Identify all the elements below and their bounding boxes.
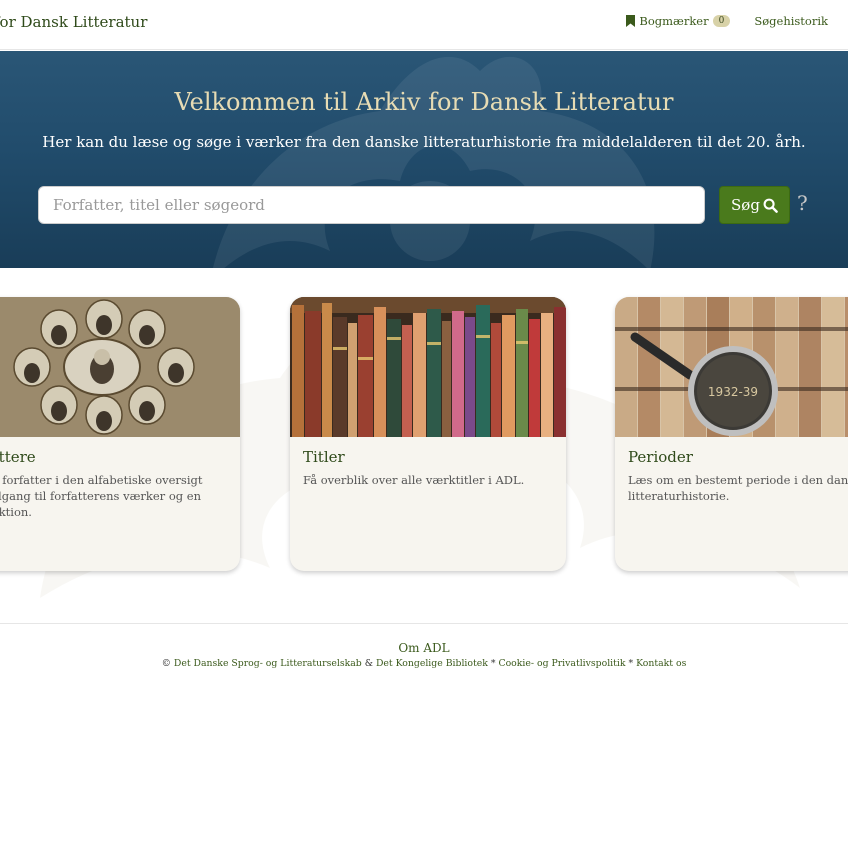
separator-text: *: [490, 658, 496, 669]
nav-right: Bogmærker 0 Søgehistorik: [626, 14, 828, 28]
periods-card-line: Læs om en bestemt periode i den dansk: [628, 473, 848, 487]
bookmarks-label: Bogmærker: [639, 14, 709, 28]
page-footer: Om ADL © Det Danske Sprog- og Litteratur…: [0, 623, 848, 848]
contact-link[interactable]: Kontakt os: [636, 658, 686, 669]
titles-card-text: Få overblik over alle værktitler i ADL.: [303, 472, 553, 488]
authors-card-line: l en forfatter i den alfabetiske oversig…: [0, 473, 203, 487]
hero-subtitle: Her kan du læse og søge i værker fra den…: [42, 133, 806, 151]
cookie-policy-link[interactable]: Cookie- og Privatlivspolitik: [498, 658, 625, 669]
titles-card[interactable]: Titler Få overblik over alle værktitler …: [290, 297, 566, 571]
about-link[interactable]: Om ADL: [0, 641, 848, 655]
dsl-link[interactable]: Det Danske Sprog- og Litteraturselskab: [174, 658, 362, 669]
copyright-symbol: ©: [161, 658, 171, 669]
authors-card-text: l en forfatter i den alfabetiske oversig…: [0, 472, 227, 520]
search-history-link[interactable]: Søgehistorik: [754, 14, 828, 28]
site-brand[interactable]: for Dansk Litteratur: [0, 13, 147, 31]
bookmarks-count-badge: 0: [712, 15, 731, 27]
bookmarks-link[interactable]: Bogmærker 0: [626, 14, 731, 28]
search-icon: [763, 198, 778, 213]
titles-card-title: Titler: [303, 448, 345, 466]
hero-banner: Velkommen til Arkiv for Dansk Litteratur…: [0, 51, 848, 268]
authors-card-line: oduktion.: [0, 505, 32, 519]
authors-card[interactable]: rfattere l en forfatter i den alfabetisk…: [0, 297, 240, 571]
top-navbar: for Dansk Litteratur Bogmærker 0 Søgehis…: [0, 0, 848, 50]
search-button-label: Søg: [731, 196, 760, 214]
footer-links: © Det Danske Sprog- og Litteraturselskab…: [0, 658, 848, 669]
periods-magnifier-label: 1932-39: [708, 385, 758, 399]
authors-card-image: [0, 297, 240, 437]
periods-card-image: 1932-39: [615, 297, 848, 437]
ampersand-text: &: [364, 658, 373, 669]
periods-card-text: Læs om en bestemt periode i den dansk li…: [628, 472, 848, 504]
authors-card-line: å adgang til forfatterens værker og en: [0, 489, 201, 503]
periods-card-line: litteraturhistorie.: [628, 489, 730, 503]
periods-card[interactable]: 1932-39 Perioder Læs om en bestemt perio…: [615, 297, 848, 571]
hero-title: Velkommen til Arkiv for Dansk Litteratur: [174, 88, 674, 116]
periods-card-title: Perioder: [628, 448, 693, 466]
titles-card-line: Få overblik over alle værktitler i ADL.: [303, 473, 525, 487]
cards-section: rfattere l en forfatter i den alfabetisk…: [0, 268, 848, 623]
dragon-watermark-icon: [213, 56, 655, 268]
search-input[interactable]: [38, 186, 705, 224]
search-button[interactable]: Søg: [719, 186, 790, 224]
bookmark-icon: [626, 15, 636, 27]
kb-link[interactable]: Det Kongelige Bibliotek: [376, 658, 488, 669]
separator-text: *: [628, 658, 634, 669]
search-help-button[interactable]: ?: [797, 191, 808, 215]
authors-card-title: rfattere: [0, 448, 36, 466]
titles-card-image: [290, 297, 566, 437]
